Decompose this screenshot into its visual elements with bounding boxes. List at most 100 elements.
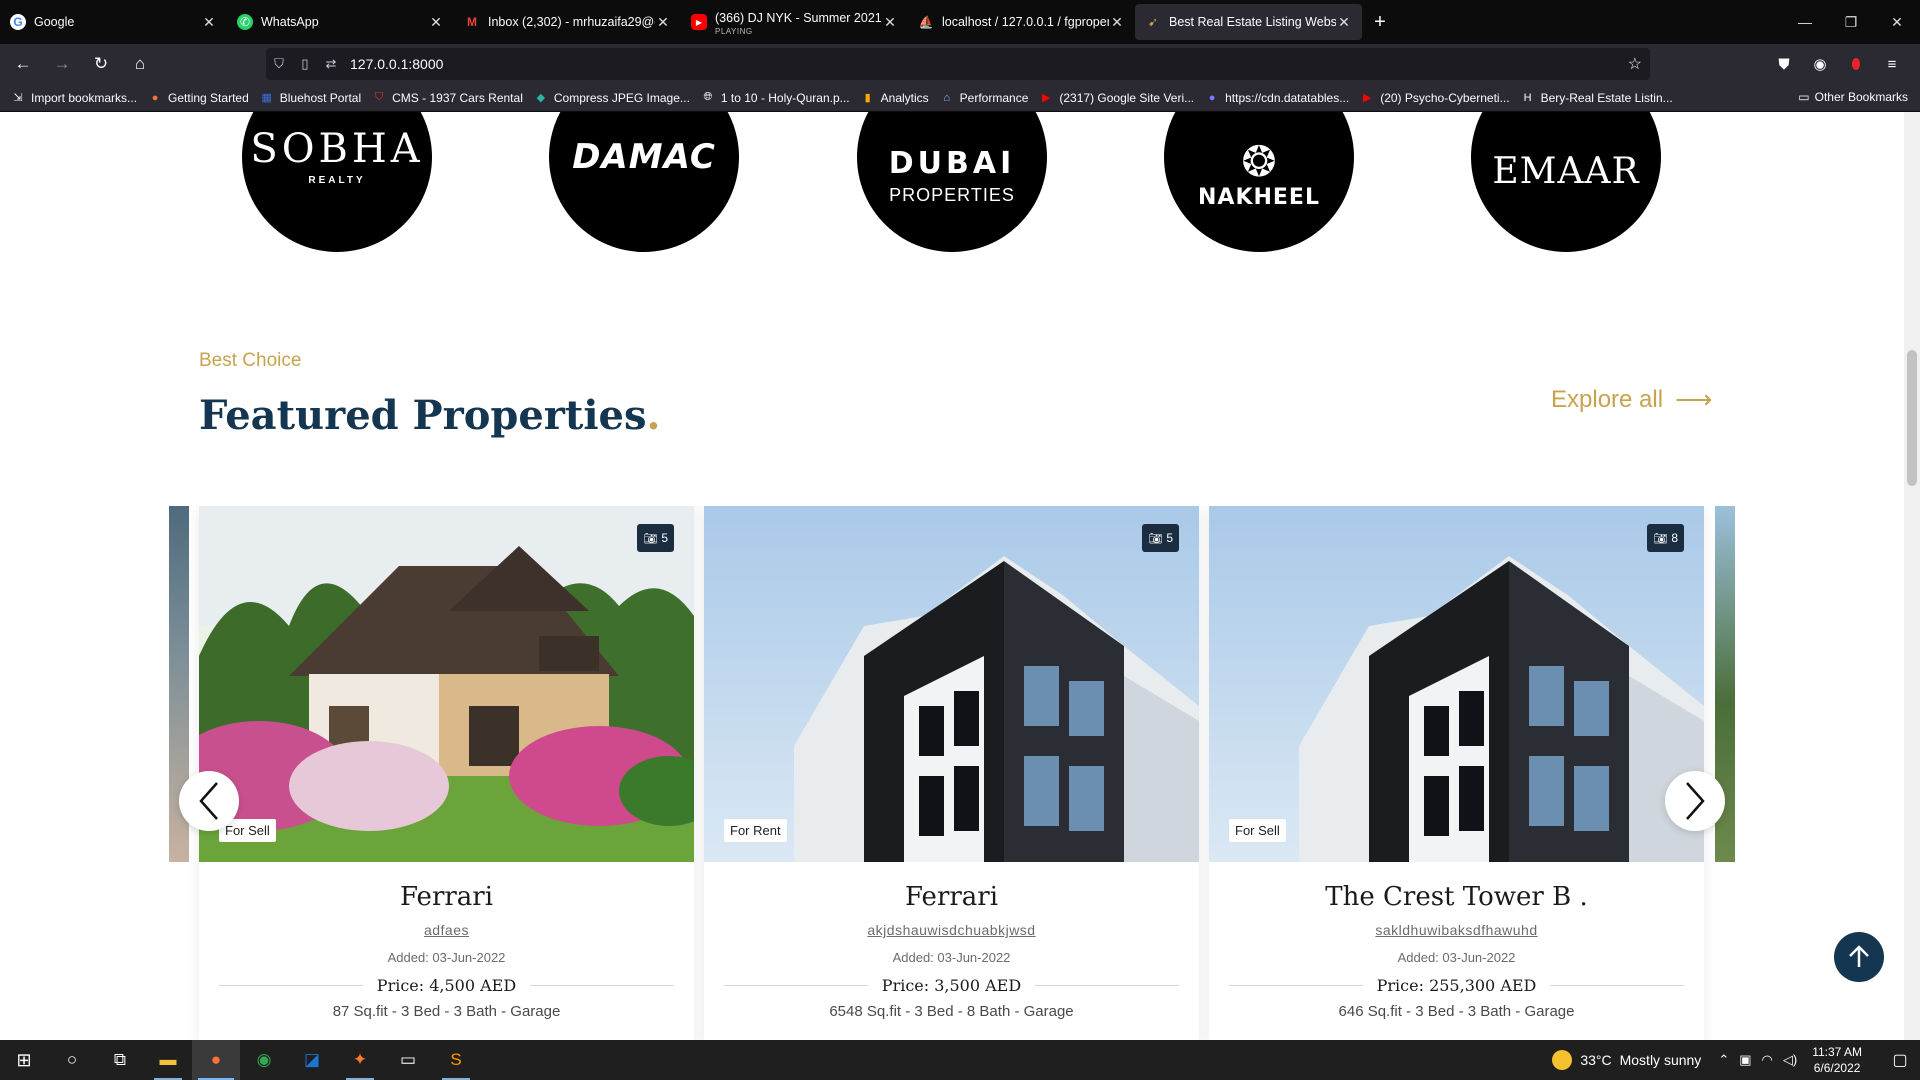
- property-title[interactable]: Ferrari: [199, 882, 694, 912]
- link-icon: ●: [1208, 91, 1216, 104]
- scrollbar-thumb[interactable]: [1907, 350, 1917, 486]
- partner-logo-sobha[interactable]: SOBHA REALTY: [242, 112, 432, 252]
- menu-icon[interactable]: ≡: [1874, 48, 1910, 80]
- outlook-icon[interactable]: ◪: [288, 1040, 336, 1080]
- reload-button[interactable]: ↻: [85, 48, 117, 80]
- chevron-up-icon[interactable]: ⌃: [1718, 1052, 1729, 1068]
- property-location-link[interactable]: sakldhuwibaksdfhawuhd: [1209, 922, 1704, 938]
- photo-count-badge: 📷︎ 8: [1647, 524, 1684, 552]
- bookmark-star-icon[interactable]: ☆: [1628, 54, 1642, 74]
- clock[interactable]: 11:37 AM 6/6/2022: [1812, 1044, 1862, 1076]
- toolbar-extensions: ⛊ ◉ ⬮ ≡: [1766, 48, 1910, 80]
- search-icon[interactable]: ○: [48, 1040, 96, 1080]
- task-view-icon[interactable]: ⧉: [96, 1040, 144, 1080]
- close-icon[interactable]: ✕: [201, 14, 217, 31]
- close-icon[interactable]: ✕: [882, 14, 898, 31]
- property-location-link[interactable]: akjdshauwisdchuabkjwsd: [704, 922, 1199, 938]
- shield-icon[interactable]: ⛉: [266, 56, 292, 72]
- extension-icon[interactable]: ⬮: [1838, 48, 1874, 80]
- tab-real-estate[interactable]: ➹ Best Real Estate Listing Website ✕: [1135, 4, 1362, 40]
- profile-icon[interactable]: ◉: [1802, 48, 1838, 80]
- wifi-icon[interactable]: ◠: [1762, 1052, 1773, 1068]
- tab-whatsapp[interactable]: ✆ WhatsApp ✕: [227, 4, 454, 40]
- property-specs: 6548 Sq.fit - 3 Bed - 8 Bath - Garage: [829, 1003, 1074, 1020]
- tab-playing-label: PLAYING: [715, 27, 753, 36]
- partner-logo-damac[interactable]: DAMAC: [549, 112, 739, 252]
- property-card[interactable]: 📷︎ 5 For Sell Ferrari adfaes Added: 03-Ju…: [199, 506, 694, 1040]
- section-title: Featured Properties.: [199, 392, 661, 439]
- chevron-right-icon: [1686, 782, 1705, 820]
- property-image[interactable]: 📷︎ 8 For Sell: [1209, 506, 1704, 862]
- home-button[interactable]: ⌂: [124, 48, 156, 80]
- terminal-icon[interactable]: ▭: [384, 1040, 432, 1080]
- tab-gmail[interactable]: M Inbox (2,302) - mrhuzaifa29@gmail ✕: [454, 4, 681, 40]
- arrow-right-icon: ⟶: [1675, 384, 1713, 414]
- meet-now-icon[interactable]: ▣: [1739, 1052, 1751, 1068]
- partner-logo-emaar[interactable]: EMAAR: [1471, 112, 1661, 252]
- close-icon[interactable]: ✕: [1109, 14, 1125, 31]
- bookmark-item[interactable]: ⇲ Import bookmarks...: [10, 90, 137, 106]
- notification-icon[interactable]: ▢: [1880, 1050, 1920, 1070]
- bookmark-item[interactable]: H Bery-Real Estate Listin...: [1520, 90, 1673, 106]
- file-explorer-icon[interactable]: ▬: [144, 1040, 192, 1080]
- import-icon: ⇲: [13, 92, 23, 104]
- section-eyebrow: Best Choice: [199, 350, 302, 371]
- weather-temp: 33°C: [1580, 1052, 1612, 1068]
- property-title[interactable]: The Crest Tower B .: [1209, 882, 1704, 912]
- sublime-text-icon[interactable]: S: [432, 1040, 480, 1080]
- bookmark-item[interactable]: ◆ Compress JPEG Image...: [533, 90, 690, 106]
- close-icon[interactable]: ✕: [1336, 14, 1352, 31]
- page-scrollbar[interactable]: [1904, 112, 1920, 1040]
- permissions-icon[interactable]: ⇄: [318, 56, 344, 72]
- property-card[interactable]: 📷︎ 8 For Sell The Crest Tower B . sakldhu…: [1209, 506, 1704, 1040]
- bookmark-item[interactable]: ● https://cdn.datatables...: [1204, 90, 1349, 106]
- back-to-top-button[interactable]: [1834, 932, 1884, 982]
- carousel-next-button[interactable]: [1665, 771, 1725, 831]
- page-icon[interactable]: ▯: [292, 56, 318, 72]
- tab-youtube[interactable]: ▶ (366) DJ NYK - Summer 2021 Party PLAYI…: [681, 4, 908, 40]
- price-row: Price: 3,500 AED: [724, 973, 1179, 997]
- firefox-icon[interactable]: ●: [192, 1040, 240, 1080]
- bookmark-item[interactable]: ▦ Bluehost Portal: [259, 90, 362, 106]
- bookmark-item[interactable]: ▮ Analytics: [860, 90, 929, 106]
- window-close-button[interactable]: ✕: [1874, 0, 1920, 44]
- new-tab-button[interactable]: +: [1362, 4, 1398, 40]
- bookmark-item[interactable]: ● Getting Started: [147, 90, 249, 106]
- property-added-date: Added: 03-Jun-2022: [387, 950, 506, 965]
- close-icon[interactable]: ✕: [428, 14, 444, 31]
- tray-icons: ⌃ ▣ ◠ ◁): [1713, 1052, 1802, 1068]
- property-image[interactable]: 📷︎ 5 For Sell: [199, 506, 694, 862]
- pocket-icon[interactable]: ⛊: [1766, 48, 1802, 80]
- tab-google[interactable]: G Google ✕: [0, 4, 227, 40]
- back-button[interactable]: ←: [7, 48, 39, 80]
- property-card[interactable]: 📷︎ 5 For Rent Ferrari akjdshauwisdchuabkj…: [704, 506, 1199, 1040]
- partner-logo-dubai-properties[interactable]: DUBAI PROPERTIES: [857, 112, 1047, 252]
- property-location-link[interactable]: adfaes: [199, 922, 694, 938]
- windows-start-icon[interactable]: ⊞: [0, 1040, 48, 1080]
- carousel-prev-button[interactable]: [179, 771, 239, 831]
- explore-all-link[interactable]: Explore all ⟶: [1551, 384, 1712, 415]
- weather-widget[interactable]: 33°C Mostly sunny: [1552, 1050, 1701, 1070]
- partner-logo-nakheel[interactable]: ❂ NAKHEEL: [1164, 112, 1354, 252]
- close-icon[interactable]: ✕: [655, 14, 671, 31]
- page-viewport: SOBHA REALTY DAMAC DUBAI PROPERTIES ❂ NA…: [0, 112, 1920, 1040]
- bookmark-item[interactable]: ▶ (20) Psycho-Cyberneti...: [1359, 90, 1510, 106]
- weather-text: Mostly sunny: [1619, 1052, 1702, 1068]
- bookmark-item[interactable]: ⌂ Performance: [939, 90, 1028, 106]
- volume-icon[interactable]: ◁): [1783, 1052, 1797, 1068]
- minimize-button[interactable]: —: [1782, 0, 1828, 44]
- other-bookmarks[interactable]: ▭ Other Bookmarks: [1798, 90, 1908, 104]
- property-title[interactable]: Ferrari: [704, 882, 1199, 912]
- property-image[interactable]: 📷︎ 5 For Rent: [704, 506, 1199, 862]
- address-bar[interactable]: ⛉ ▯ ⇄ 127.0.0.1:8000 ☆: [266, 48, 1650, 80]
- tab-title: Inbox (2,302) - mrhuzaifa29@gmail: [488, 15, 655, 29]
- forward-button[interactable]: →: [46, 48, 78, 80]
- bookmark-item[interactable]: ⛉ CMS - 1937 Cars Rental: [371, 90, 523, 106]
- bookmark-item[interactable]: ▶ (2317) Google Site Veri...: [1038, 90, 1194, 106]
- tab-phpmyadmin[interactable]: ⛵ localhost / 127.0.0.1 / fgproperti ✕: [908, 4, 1135, 40]
- chrome-icon[interactable]: ◉: [240, 1040, 288, 1080]
- xampp-icon[interactable]: ✦: [336, 1040, 384, 1080]
- bookmark-item[interactable]: 🌐︎ 1 to 10 - Holy-Quran.p...: [700, 90, 850, 106]
- clock-time: 11:37 AM: [1812, 1045, 1862, 1059]
- restore-button[interactable]: ❐: [1828, 0, 1874, 44]
